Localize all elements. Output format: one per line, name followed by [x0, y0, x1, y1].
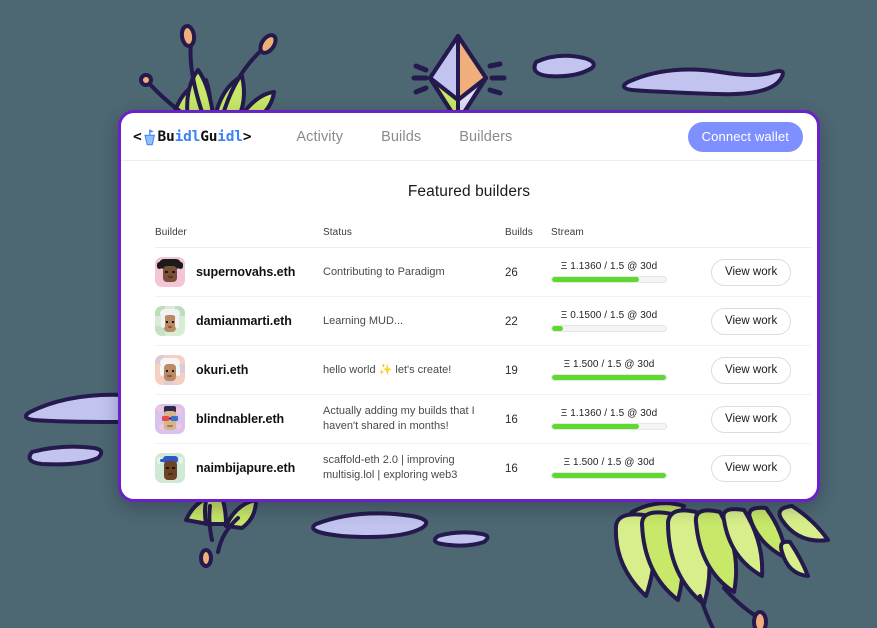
stream-progress-fill: [552, 473, 666, 478]
builder-cell: naimbijapure.eth: [155, 444, 323, 493]
table-row: damianmarti.eth Learning MUD... 22 Ξ 0.1…: [155, 296, 811, 346]
status-cell: Actually adding my builds that I haven't…: [323, 394, 505, 444]
column-header-stream: Stream: [551, 227, 711, 248]
nav-link-activity[interactable]: Activity: [296, 129, 343, 145]
view-work-button[interactable]: View work: [711, 454, 792, 482]
stream-progress-track: [551, 325, 667, 332]
avatar-damianmarti: [155, 306, 185, 336]
column-header-builder: Builder: [155, 227, 323, 248]
stream-progress-fill: [552, 375, 666, 380]
plant-leaves-illustration: [613, 501, 830, 628]
trowel-icon: [142, 129, 157, 146]
builder-name[interactable]: supernovahs.eth: [196, 265, 295, 279]
page-title: Featured builders: [407, 183, 531, 200]
stream-progress-fill: [552, 326, 564, 331]
builds-count: 26: [505, 267, 518, 279]
builder-cell: supernovahs.eth: [155, 247, 323, 297]
table-row: naimbijapure.eth scaffold-eth 2.0 | impr…: [155, 444, 811, 493]
action-cell: View work: [711, 394, 811, 444]
stream-label: Ξ 1.500 / 1.5 @ 30d: [563, 457, 655, 468]
table-row: supernovahs.eth Contributing to Paradigm…: [155, 247, 811, 297]
table-row: okuri.eth hello world ✨ let's create! 19…: [155, 345, 811, 395]
builder-name[interactable]: blindnabler.eth: [196, 412, 284, 426]
view-work-button[interactable]: View work: [711, 258, 792, 286]
column-header-action: [711, 227, 811, 248]
status-text: hello world ✨ let's create!: [323, 363, 452, 376]
connect-wallet-button[interactable]: Connect wallet: [687, 122, 803, 152]
builds-count: 16: [505, 463, 518, 475]
avatar-naimbijapure: [155, 453, 185, 483]
builds-count: 22: [505, 316, 518, 328]
status-text: Actually adding my builds that I haven't…: [323, 405, 475, 432]
avatar-blindnabler: [155, 404, 185, 434]
status-text: Learning MUD...: [323, 314, 404, 327]
stream-cell: Ξ 1.500 / 1.5 @ 30d: [551, 444, 711, 493]
logo-bracket-open: <: [133, 128, 142, 145]
logo-text-2: idl: [174, 128, 201, 145]
builder-name[interactable]: okuri.eth: [196, 363, 248, 377]
stream-cell: Ξ 0.1500 / 1.5 @ 30d: [551, 296, 711, 346]
avatar-okuri: [155, 355, 185, 385]
top-navigation: < Bu idl Gu idl > Activity Builds Builders C…: [121, 113, 817, 161]
nav-links: Activity Builds Builders: [296, 129, 512, 145]
logo-bracket-close: >: [242, 128, 252, 145]
stream-progress-fill: [552, 424, 639, 429]
view-work-button[interactable]: View work: [711, 356, 792, 384]
stream-cell: Ξ 1.1360 / 1.5 @ 30d: [551, 247, 711, 297]
view-work-button[interactable]: View work: [711, 307, 792, 335]
app-window: < Bu idl Gu idl > Activity Builds Builders C…: [118, 110, 820, 502]
stream-progress-fill: [552, 277, 639, 282]
logo-text-3: Gu: [200, 128, 218, 145]
builds-cell: 22: [505, 296, 551, 346]
stream-label: Ξ 1.1360 / 1.5 @ 30d: [560, 261, 658, 272]
builds-cell: 16: [505, 394, 551, 444]
nav-link-builds[interactable]: Builds: [381, 129, 421, 145]
builder-cell: okuri.eth: [155, 345, 323, 395]
logo-text-4: idl: [217, 128, 243, 145]
builds-cell: 26: [505, 247, 551, 297]
table-header: Builder Status Builds Stream: [155, 227, 811, 248]
stream-progress-track: [551, 276, 667, 283]
featured-builders-table: Builder Status Builds Stream supernovahs…: [155, 227, 811, 492]
status-cell: hello world ✨ let's create!: [323, 345, 505, 395]
status-text: Contributing to Paradigm: [323, 265, 445, 278]
stream-cell: Ξ 1.500 / 1.5 @ 30d: [551, 345, 711, 395]
builds-cell: 19: [505, 345, 551, 395]
stream-progress-track: [551, 374, 667, 381]
builder-name[interactable]: naimbijapure.eth: [196, 461, 295, 475]
main-content: Featured builders Builder Status Builds …: [121, 161, 817, 492]
stream-progress-track: [551, 472, 667, 479]
stream-cell: Ξ 1.1360 / 1.5 @ 30d: [551, 394, 711, 444]
table-row: blindnabler.eth Actually adding my build…: [155, 394, 811, 444]
column-header-builds: Builds: [505, 227, 551, 248]
status-cell: scaffold-eth 2.0 | improving multisig.lo…: [323, 444, 505, 493]
builder-cell: blindnabler.eth: [155, 394, 323, 444]
avatar-supernovahs: [155, 257, 185, 287]
app-logo[interactable]: < Bu idl Gu idl >: [133, 128, 252, 146]
builder-cell: damianmarti.eth: [155, 296, 323, 346]
status-cell: Learning MUD...: [323, 296, 505, 346]
nav-link-builders[interactable]: Builders: [459, 129, 512, 145]
stream-label: Ξ 0.1500 / 1.5 @ 30d: [560, 310, 658, 321]
stream-progress-track: [551, 423, 667, 430]
column-header-status: Status: [323, 227, 505, 248]
action-cell: View work: [711, 247, 811, 297]
status-cell: Contributing to Paradigm: [323, 247, 505, 297]
action-cell: View work: [711, 345, 811, 395]
logo-text-1: Bu: [157, 128, 175, 145]
builds-cell: 16: [505, 444, 551, 493]
stream-label: Ξ 1.1360 / 1.5 @ 30d: [560, 408, 658, 419]
builds-count: 19: [505, 365, 518, 377]
builder-name[interactable]: damianmarti.eth: [196, 314, 292, 328]
builds-count: 16: [505, 414, 518, 426]
action-cell: View work: [711, 296, 811, 346]
view-work-button[interactable]: View work: [711, 405, 792, 433]
action-cell: View work: [711, 444, 811, 493]
table-body: supernovahs.eth Contributing to Paradigm…: [155, 247, 811, 493]
status-text: scaffold-eth 2.0 | improving multisig.lo…: [323, 454, 458, 481]
stream-label: Ξ 1.500 / 1.5 @ 30d: [563, 359, 655, 370]
